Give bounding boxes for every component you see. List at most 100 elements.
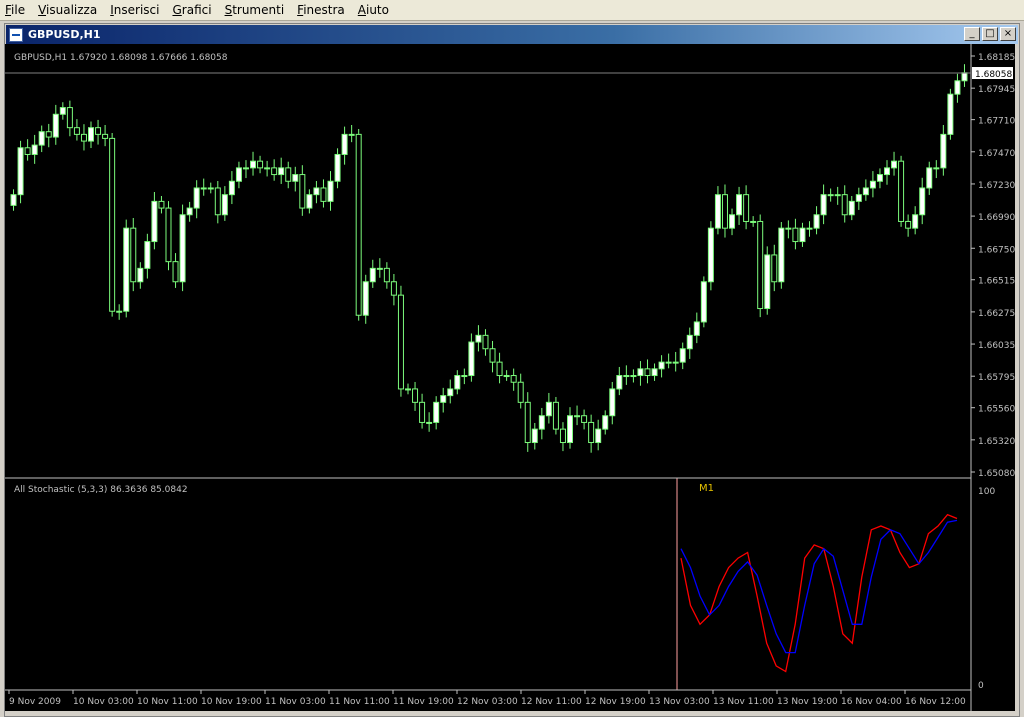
candle-body (848, 200, 855, 216)
candle-body (693, 321, 700, 336)
candle-body (390, 281, 397, 296)
indicator-tick-0: 0 (978, 681, 984, 691)
price-tick-label: 1.66990 (978, 213, 1015, 223)
candle-body (912, 214, 919, 229)
price-chart[interactable]: 1.68185 1.67945 1.67710 1.67470 1.67230 1.669… (5, 44, 1015, 711)
candle-body (898, 160, 905, 222)
candle-body (644, 368, 651, 377)
candle-body (221, 194, 228, 216)
candle-body (419, 401, 426, 423)
price-tick-label: 1.65080 (978, 469, 1015, 479)
candle (757, 214, 764, 318)
price-tick-label: 1.65320 (978, 437, 1015, 447)
candle-body (940, 133, 947, 169)
candle-body (947, 93, 954, 135)
candle-body (73, 127, 80, 135)
candle-body (412, 388, 419, 403)
candle-body (813, 214, 820, 229)
candle-body (581, 415, 588, 423)
candle-body (475, 334, 482, 343)
time-tick-label: 11 Nov 03:00 (265, 697, 326, 707)
window-title: GBPUSD,H1 (28, 28, 101, 41)
candle-body (45, 131, 52, 138)
menu-finestra[interactable]: Finestra (292, 0, 353, 21)
candle-body (102, 133, 109, 139)
candle-body (109, 137, 116, 312)
candle-body (517, 381, 524, 403)
candle-body (426, 421, 433, 424)
candle-body (574, 415, 581, 418)
candle-body (891, 160, 898, 169)
menu-aiuto[interactable]: Aiuto (353, 0, 397, 21)
candle-body (792, 227, 799, 243)
candle-body (524, 401, 531, 444)
menu-finestra-mnemonic: F (297, 2, 304, 17)
time-tick-label: 16 Nov 12:00 (905, 697, 966, 707)
candle-body (799, 227, 806, 243)
candle-body (651, 368, 658, 377)
candle-body (327, 180, 334, 202)
candle-body (59, 107, 66, 115)
chart-window-icon (9, 27, 23, 42)
candle-body (954, 80, 961, 95)
indicator-tick-100: 100 (978, 487, 995, 497)
candle-body (235, 167, 242, 182)
price-tick-label: 1.66515 (978, 277, 1015, 287)
candle-body (137, 267, 144, 283)
time-tick-label: 13 Nov 03:00 (649, 697, 710, 707)
time-tick-label: 13 Nov 11:00 (713, 697, 774, 707)
price-tick-label: 1.66035 (978, 341, 1015, 351)
candle-body (214, 187, 221, 216)
candle-body (679, 348, 686, 363)
menu-visualizza-mnemonic: V (38, 2, 47, 17)
candle (764, 246, 771, 315)
candle (552, 396, 559, 435)
candle-body (52, 113, 59, 138)
candle-body (559, 428, 566, 444)
indicator-tf-label: M1 (699, 483, 714, 494)
menu-file[interactable]: File (0, 0, 33, 21)
candle-body (242, 167, 249, 170)
chart-area[interactable]: 1.68185 1.67945 1.67710 1.67470 1.67230 1.669… (5, 44, 1015, 711)
candle-body (376, 267, 383, 270)
candle-body (771, 254, 778, 283)
price-tick-label: 1.65560 (978, 405, 1015, 415)
price-tick-label: 1.66275 (978, 309, 1015, 319)
price-tick-label: 1.67230 (978, 181, 1015, 191)
candle-body (658, 361, 665, 370)
candle-body (862, 187, 869, 196)
candle (165, 201, 172, 271)
candle-body (355, 133, 362, 316)
menu-file-mnemonic: F (5, 2, 12, 17)
candle-body (158, 200, 165, 209)
menu-strumenti[interactable]: Strumenti (220, 0, 293, 21)
candle-body (482, 334, 489, 350)
candle-body (66, 107, 73, 129)
candle-body (588, 421, 595, 444)
candle-body (609, 388, 616, 417)
candle-body (200, 187, 207, 190)
candle-body (24, 147, 31, 155)
time-tick-label: 11 Nov 19:00 (393, 697, 454, 707)
title-bar[interactable]: GBPUSD,H1 _ □ × (6, 25, 1018, 44)
candle-body (531, 428, 538, 444)
candle (778, 221, 785, 289)
minimize-button[interactable]: _ (964, 27, 980, 41)
candle-body (672, 361, 679, 364)
menu-grafici[interactable]: Grafici (167, 0, 219, 21)
candle-body (623, 375, 630, 378)
candle-body (503, 375, 510, 378)
candle-body (545, 401, 552, 417)
time-tick-label: 11 Nov 11:00 (329, 697, 390, 707)
time-tick-label: 9 Nov 2009 (9, 697, 61, 707)
restore-button[interactable]: □ (982, 27, 998, 41)
candle-body (919, 187, 926, 216)
close-button[interactable]: × (1000, 27, 1016, 41)
candle-body (883, 167, 890, 176)
candle-body (806, 227, 813, 230)
menu-visualizza[interactable]: Visualizza (33, 0, 105, 21)
candle-body (454, 375, 461, 390)
candle-body (876, 174, 883, 182)
indicator-header: All Stochastic (5,3,3) 86.3636 85.0842 (14, 485, 188, 495)
menu-inserisci[interactable]: Inserisci (105, 0, 167, 21)
